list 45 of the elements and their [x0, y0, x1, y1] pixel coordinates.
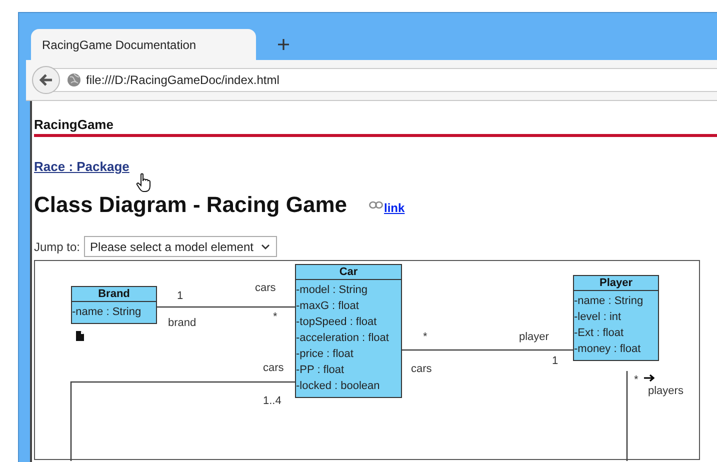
class-box[interactable]: Car -model : String -maxG : float -topSpeed : float -acceleration : float -price : float -PP : float -locked : boolean [295, 264, 402, 398]
attribute-text: -topSpeed : float [296, 315, 378, 330]
attribute-text: -locked : boolean [296, 379, 381, 394]
multiplicity-label: 1 [177, 290, 184, 302]
attribute-text: -model : String [296, 283, 369, 298]
address-bar[interactable]: file:///D:/RacingGameDoc/index.html [52, 68, 717, 92]
role-label: cars [411, 363, 432, 375]
attribute-text: -money : float [574, 342, 642, 357]
browser-tab[interactable]: RacingGame Documentation [31, 29, 256, 60]
multiplicity-label: * [634, 374, 638, 386]
page-title: Class Diagram - Racing Game [34, 192, 348, 218]
multiplicity-label: 1..4 [263, 395, 282, 407]
back-button[interactable] [32, 66, 60, 94]
multiplicity-label: 1 [552, 355, 558, 367]
chain-link-icon [369, 201, 384, 209]
attribute-text: -maxG : float [296, 299, 360, 314]
multiplicity-label: * [423, 331, 428, 343]
attribute-text: -acceleration : float [296, 331, 390, 346]
role-label: players [648, 385, 684, 397]
package-link[interactable]: Race : Package [34, 159, 130, 174]
back-arrow-icon [39, 74, 53, 86]
url-text: file:///D:/RacingGameDoc/index.html [86, 73, 280, 87]
attribute-text: -name : String [574, 294, 644, 309]
attribute-text: -Ext : float [574, 326, 625, 341]
permalink[interactable]: link [384, 201, 405, 215]
attribute-text: -PP : float [296, 363, 346, 378]
role-label: cars [255, 282, 276, 294]
attribute-text: -level : int [574, 310, 622, 325]
jump-to-label: Jump to: [34, 240, 80, 254]
class-name: Brand [72, 287, 156, 302]
attribute-text: -price : float [296, 347, 354, 362]
model-element-dropdown[interactable]: Please select a model element [84, 236, 278, 257]
class-name: Car [296, 265, 401, 280]
role-label: brand [168, 317, 196, 329]
globe-icon [67, 73, 81, 87]
role-label: player [519, 331, 549, 343]
multiplicity-label: * [273, 311, 278, 323]
class-box[interactable]: Player -name : String -level : int -Ext : float -money : float [573, 275, 659, 361]
chevron-down-icon [261, 244, 270, 250]
project-title: RacingGame [34, 117, 114, 132]
hand-cursor-icon [136, 173, 152, 193]
role-label: cars [263, 362, 284, 374]
class-name: Player [574, 276, 658, 291]
attribute-text: -name : String [72, 305, 142, 320]
new-tab-icon[interactable] [278, 39, 289, 50]
